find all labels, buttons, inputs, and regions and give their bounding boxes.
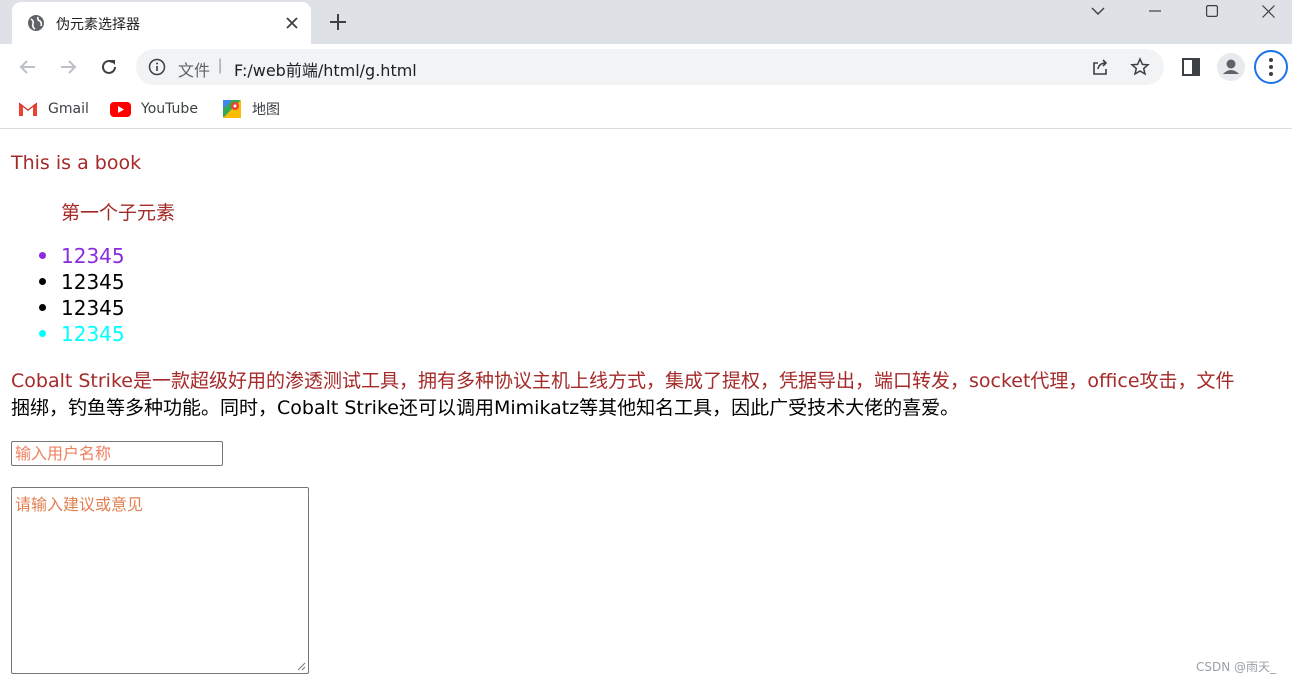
bookmark-maps[interactable]: 地图 [222, 98, 280, 120]
first-child-paragraph: 第一个子元素 [61, 202, 176, 224]
book-paragraph: This is a book [11, 152, 142, 174]
close-window-icon[interactable] [1240, 0, 1292, 22]
paragraph-rest: 捆绑，钓鱼等多种功能。同时，Cobalt Strike还可以调用Mimikatz… [11, 397, 960, 419]
watermark: CSDN @雨天_ [1196, 660, 1277, 674]
list-item: 12345 [39, 270, 125, 294]
paragraph-first-line: Cobalt Strike是一款超级好用的渗透测试工具，拥有多种协议主机上线方式… [11, 370, 1235, 392]
scheme-separator: | [218, 57, 223, 74]
side-panel-icon[interactable] [1178, 54, 1204, 80]
page-content: This is a book 第一个子元素 12345 12345 12345 … [0, 130, 1292, 682]
bookmark-star-icon[interactable] [1130, 57, 1150, 77]
share-icon[interactable] [1090, 57, 1110, 77]
username-placeholder: 输入用户名称 [15, 444, 112, 463]
tab-strip: 伪元素选择器 [0, 0, 1292, 44]
close-tab-icon[interactable] [282, 13, 302, 33]
new-tab-icon[interactable] [326, 10, 350, 34]
bookmark-youtube[interactable]: YouTube [110, 98, 198, 120]
more-menu-icon[interactable] [1254, 50, 1288, 84]
bookmarks-bar: Gmail YouTube 地图 [0, 90, 1292, 129]
tab-search-icon[interactable] [1070, 0, 1126, 22]
maps-icon [223, 100, 241, 118]
cobalt-strike-paragraph: Cobalt Strike是一款超级好用的渗透测试工具，拥有多种协议主机上线方式… [11, 368, 1291, 422]
profile-avatar-icon[interactable] [1217, 53, 1245, 81]
forward-icon[interactable] [55, 54, 81, 80]
minimize-icon[interactable] [1127, 0, 1183, 22]
list-item: 12345 [39, 296, 125, 320]
bookmark-label: 地图 [252, 102, 280, 118]
tab-active[interactable]: 伪元素选择器 [12, 2, 311, 44]
globe-icon [28, 15, 44, 31]
resize-grip-icon[interactable] [296, 661, 306, 671]
bookmark-gmail[interactable]: Gmail [18, 98, 89, 120]
youtube-icon [110, 101, 131, 117]
scheme-label: 文件 [178, 61, 211, 80]
address-bar[interactable]: 文件 | F:/web前端/html/g.html [136, 49, 1164, 85]
bookmark-label: YouTube [141, 101, 198, 117]
gmail-icon [18, 102, 38, 116]
suggestion-textarea[interactable]: 请输入建议或意见 [11, 487, 309, 674]
textarea-placeholder: 请输入建议或意见 [15, 495, 144, 514]
list-item: 12345 [39, 244, 125, 268]
url-text[interactable]: F:/web前端/html/g.html [234, 57, 417, 81]
back-icon[interactable] [15, 54, 41, 80]
reload-icon[interactable] [96, 54, 122, 80]
maximize-icon[interactable] [1184, 0, 1240, 22]
number-list: 12345 12345 12345 12345 [39, 243, 125, 347]
info-icon[interactable] [148, 58, 166, 76]
username-input[interactable]: 输入用户名称 [11, 441, 223, 466]
tab-title: 伪元素选择器 [56, 17, 140, 33]
list-item: 12345 [39, 322, 125, 346]
browser-toolbar: 文件 | F:/web前端/html/g.html [0, 44, 1292, 90]
bookmark-label: Gmail [48, 101, 89, 117]
